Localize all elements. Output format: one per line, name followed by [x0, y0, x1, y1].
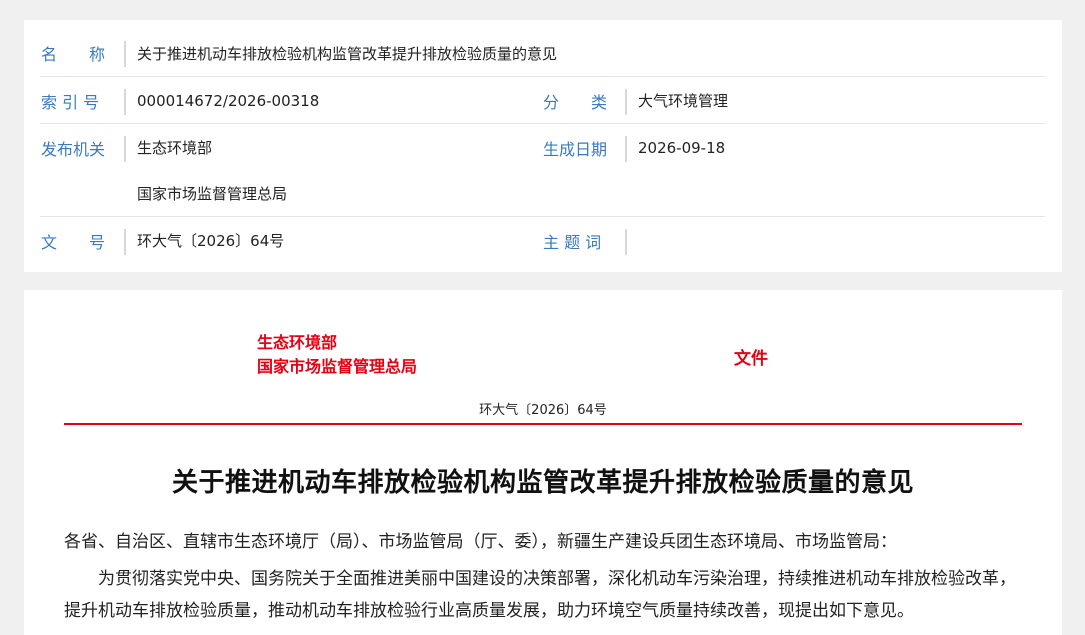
- divider: [124, 89, 126, 115]
- index-label: 索 引 号: [41, 93, 100, 112]
- meta-row-name: 名 称 关于推进机动车排放检验机构监管改革提升排放检验质量的意见: [40, 20, 1045, 77]
- salutation: 各省、自治区、直辖市生态环境厅（局）、市场监管局（厅、委），新疆生产建设兵团生态…: [64, 532, 897, 552]
- date-value: 2026-09-18: [638, 139, 726, 157]
- document-wenjian-label: 文件: [734, 349, 768, 369]
- divider: [124, 136, 126, 162]
- issuer-name-2: 国家市场监督管理总局: [257, 357, 418, 376]
- paragraph-1: 为贯彻落实党中央、国务院关于全面推进美丽中国建设的决策部署，深化机动车污染治理，…: [64, 569, 1016, 621]
- date-label: 生成日期: [543, 140, 608, 159]
- issuer-value-1: 生态环境部: [137, 139, 213, 157]
- docno-label: 文 号: [41, 233, 106, 252]
- issuer-value-2: 国家市场监督管理总局: [137, 185, 288, 203]
- red-separator-line: [64, 423, 1022, 425]
- divider: [625, 229, 627, 255]
- meta-row-index: 索 引 号 000014672/2026-00318 分 类 大气环境管理: [40, 77, 1045, 124]
- name-value: 关于推进机动车排放检验机构监管改革提升排放检验质量的意见: [137, 45, 558, 63]
- metadata-panel: 名 称 关于推进机动车排放检验机构监管改革提升排放检验质量的意见 索 引 号 0…: [24, 20, 1062, 272]
- divider: [625, 89, 627, 115]
- issuer-name-1: 生态环境部: [257, 333, 338, 352]
- meta-row-issuer: 发布机关 生态环境部 国家市场监督管理总局 生成日期 2026-09-18: [40, 124, 1045, 217]
- document-number: 环大气〔2026〕64号: [479, 403, 607, 418]
- document-body: 生态环境部 国家市场监督管理总局 文件 环大气〔2026〕64号 关于推进机动车…: [24, 290, 1062, 635]
- issuer-label: 发布机关: [41, 140, 106, 159]
- category-label: 分 类: [543, 93, 608, 112]
- document-title: 关于推进机动车排放检验机构监管改革提升排放检验质量的意见: [171, 468, 914, 498]
- subject-label: 主 题 词: [543, 233, 602, 252]
- docno-value: 环大气〔2026〕64号: [137, 232, 285, 250]
- index-value: 000014672/2026-00318: [137, 92, 320, 110]
- category-value: 大气环境管理: [638, 92, 729, 110]
- divider: [124, 229, 126, 255]
- divider: [124, 41, 126, 67]
- name-label: 名 称: [41, 45, 106, 64]
- meta-row-docno: 文 号 环大气〔2026〕64号 主 题 词: [40, 217, 1045, 269]
- divider: [625, 136, 627, 162]
